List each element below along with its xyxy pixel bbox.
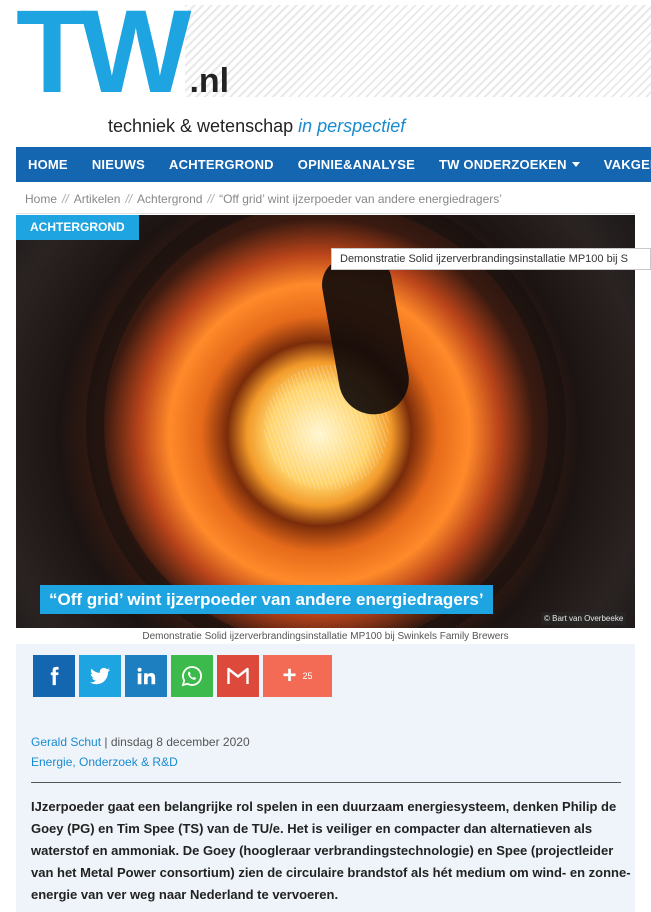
share-more-button[interactable]: + 25	[263, 655, 332, 697]
logo-suffix-text: .nl	[189, 62, 230, 100]
site-logo[interactable]: TW .nl	[16, 0, 230, 118]
nav-item-vakgebieden[interactable]: VAKGEB	[592, 147, 651, 182]
nav-item-label: TW ONDERZOEKEN	[438, 157, 567, 172]
share-linkedin-button[interactable]	[125, 655, 167, 697]
chevron-down-icon	[571, 162, 580, 167]
plus-icon: +	[282, 662, 297, 689]
nav-item-home[interactable]: HOME	[16, 147, 80, 182]
share-twitter-button[interactable]	[79, 655, 121, 697]
nav-item-opinie-analyse[interactable]: OPINIE&ANALYSE	[286, 147, 427, 182]
share-count: 25	[302, 671, 313, 681]
nav-item-label: ACHTERGROND	[169, 157, 274, 172]
main-nav: HOME NIEUWS ACHTERGROND OPINIE&ANALYSE T…	[16, 147, 651, 182]
breadcrumb-divider	[16, 213, 635, 214]
share-gmail-button[interactable]	[217, 655, 259, 697]
article-title: “Off grid’ wint ijzerpoeder van andere e…	[40, 585, 493, 614]
share-whatsapp-button[interactable]	[171, 655, 213, 697]
site-header: TW .nl techniek & wetenschap in perspect…	[0, 0, 651, 148]
site-tagline: techniek & wetenschap in perspectief	[108, 116, 405, 137]
nav-item-label: VAKGEB	[603, 157, 651, 172]
breadcrumb-artikelen[interactable]: Artikelen	[74, 192, 121, 206]
tagline-plain: techniek & wetenschap	[108, 116, 294, 136]
gmail-icon	[227, 667, 249, 684]
image-caption: Demonstratie Solid ijzerverbrandingsinst…	[142, 631, 509, 642]
share-bar: + 25	[33, 655, 332, 697]
breadcrumb: Home // Artikelen // Achtergrond // “Off grid’…	[25, 192, 502, 206]
article-divider	[31, 782, 621, 783]
nav-item-label: NIEUWS	[91, 157, 146, 172]
publish-date: dinsdag 8 december 2020	[110, 735, 250, 749]
share-facebook-button[interactable]	[33, 655, 75, 697]
facebook-icon	[50, 666, 59, 686]
breadcrumb-current: “Off grid’ wint ijzerpoeder van andere e…	[219, 192, 502, 206]
nav-item-achtergrond[interactable]: ACHTERGROND	[157, 147, 286, 182]
breadcrumb-home[interactable]: Home	[25, 192, 57, 206]
breadcrumb-achtergrond[interactable]: Achtergrond	[137, 192, 202, 206]
tagline-accent: in perspectief	[298, 116, 406, 136]
whatsapp-icon	[181, 666, 202, 687]
twitter-icon	[90, 667, 110, 685]
nav-item-nieuws[interactable]: NIEUWS	[80, 147, 157, 182]
article-meta: Gerald Schut | dinsdag 8 december 2020	[31, 735, 250, 749]
breadcrumb-separator: //	[125, 192, 133, 206]
breadcrumb-separator: //	[62, 192, 69, 206]
photo-credit: © Bart van Overbeeke	[541, 612, 627, 625]
nav-item-label: OPINIE&ANALYSE	[297, 157, 415, 172]
article-categories[interactable]: Energie, Onderzoek & R&D	[31, 755, 178, 769]
meta-separator: |	[101, 735, 111, 749]
image-title-tooltip: Demonstratie Solid ijzerverbrandingsinst…	[331, 248, 651, 270]
author-link[interactable]: Gerald Schut	[31, 735, 101, 749]
header-stripe-pattern	[185, 5, 651, 97]
breadcrumb-separator: //	[207, 192, 215, 206]
logo-main-text: TW	[16, 0, 191, 118]
hero-image	[16, 215, 635, 628]
category-badge[interactable]: ACHTERGROND	[16, 215, 139, 240]
nav-item-label: HOME	[28, 157, 68, 172]
article-lead: IJzerpoeder gaat een belangrijke rol spe…	[31, 799, 631, 902]
nav-item-tw-onderzoeken[interactable]: TW ONDERZOEKEN	[427, 147, 592, 182]
linkedin-icon	[137, 667, 156, 685]
